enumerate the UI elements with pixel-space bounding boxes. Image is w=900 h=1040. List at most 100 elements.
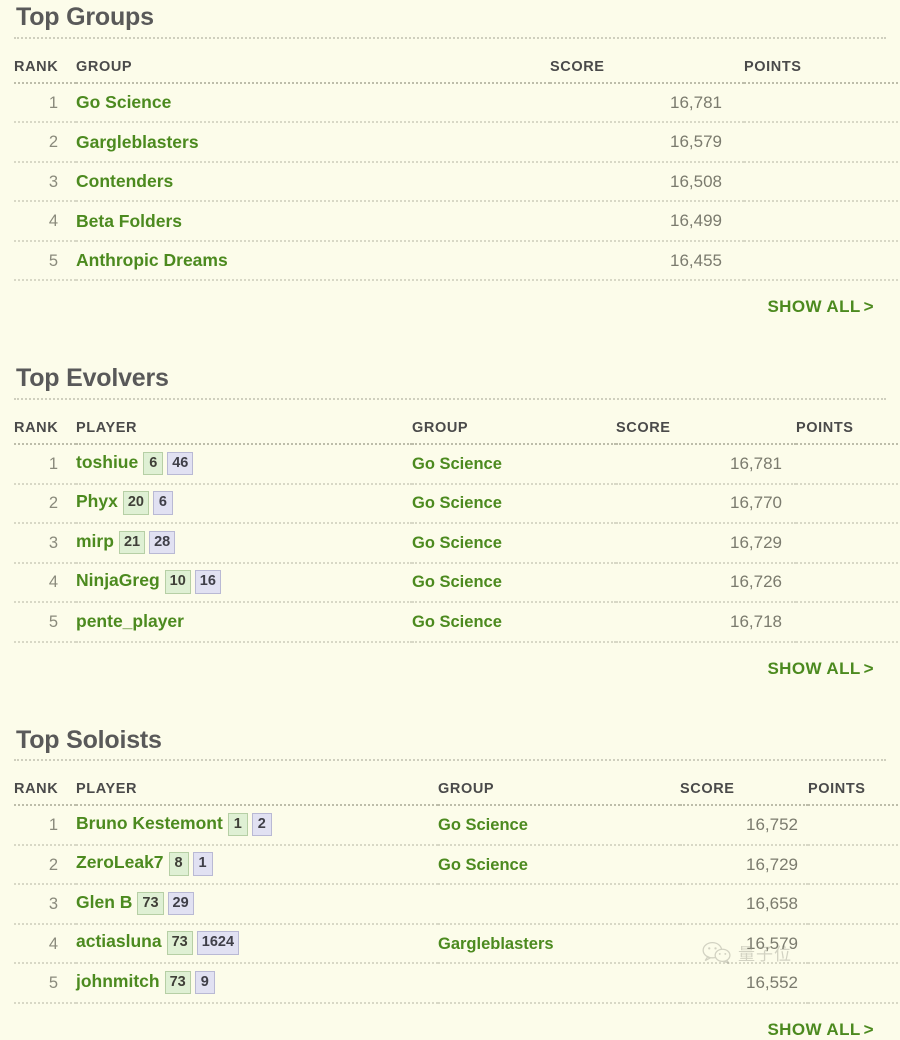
group-link[interactable]: Go Science [438,816,528,834]
chevron-right-icon: > [863,1019,874,1039]
player-link[interactable]: Phyx [76,491,118,511]
player-link[interactable]: NinjaGreg [76,570,160,590]
points-cell [744,82,900,124]
badge-purple[interactable]: 6 [152,491,173,515]
show-all-label: SHOW ALL [767,658,861,678]
show-all-row: SHOW ALL > [14,1004,886,1040]
section-title: Top Soloists [14,723,886,762]
player-link[interactable]: Bruno Kestemont [76,813,223,833]
badge-group: 6 46 [143,451,197,477]
rank-value: 3 [48,172,58,191]
group-cell: Go Science [438,805,680,846]
player-link[interactable]: pente_player [76,611,184,631]
badge-purple[interactable]: 28 [149,530,176,554]
score-value: 16,781 [670,92,722,112]
table-row: 2 ZeroLeak7 8 1 Go Science 16,729 [14,844,900,886]
badge-green[interactable]: 21 [118,530,146,554]
score-value: 16,552 [746,973,798,992]
badge-purple[interactable]: 9 [194,970,215,995]
table-header-row: RANK PLAYER GROUP SCORE POINTS [14,781,900,807]
badge-purple[interactable]: 1 [192,852,213,876]
section-top-groups: Top Groups RANK GROUP SCORE POINTS 1 Go Scienc… [0,0,900,317]
group-link[interactable]: Go Science [412,455,502,473]
leaderboard-table: RANK PLAYER GROUP SCORE POINTS 1 toshiue 6 46 Go … [14,420,900,643]
score-cell: 16,729 [616,523,796,564]
badge-purple[interactable]: 46 [167,451,194,475]
show-all-link[interactable]: SHOW ALL > [767,1020,874,1039]
badge-purple[interactable]: 2 [251,812,272,837]
table-row: 4 NinjaGreg 10 16 Go Science 16,726 [14,562,900,603]
group-link[interactable]: Go Science [76,92,171,112]
group-link[interactable]: Go Science [412,494,502,512]
rank-cell: 4 [14,923,76,965]
player-link[interactable]: mirp [76,531,114,551]
score-value: 16,579 [670,132,722,151]
group-cell [438,884,680,925]
player-link[interactable]: actiasluna [76,931,162,951]
rank-cell: 1 [14,82,76,124]
points-cell [808,923,900,965]
leaderboard-page: Top Groups RANK GROUP SCORE POINTS 1 Go Scienc… [0,0,900,1040]
table-row: 5 pente_player Go Science 16,718 [14,602,900,643]
badge-green[interactable]: 10 [164,570,191,594]
badge-green[interactable]: 8 [168,852,189,876]
badge-green[interactable]: 1 [227,812,248,837]
score-cell: 16,579 [550,122,744,163]
badge-green[interactable]: 73 [137,891,164,916]
group-link[interactable]: Gargleblasters [438,935,554,953]
score-value: 16,718 [730,611,782,631]
chevron-right-icon: > [863,297,874,317]
show-all-label: SHOW ALL [767,297,861,317]
rank-cell: 3 [14,161,76,203]
badge-green[interactable]: 6 [143,451,164,475]
points-cell [796,523,900,564]
points-cell [808,844,900,886]
player-name-cell: pente_player [76,602,412,643]
rank-cell: 2 [14,844,76,886]
group-link[interactable]: Anthropic Dreams [76,250,228,270]
group-link[interactable]: Go Science [412,534,502,552]
column-header-score: SCORE [680,781,808,807]
points-cell [808,805,900,846]
group-name-cell: Gargleblasters [76,122,550,163]
player-link[interactable]: ZeroLeak7 [76,852,164,872]
score-value: 16,752 [746,815,798,834]
show-all-link[interactable]: SHOW ALL > [767,659,874,678]
badge-group: 73 1624 [166,931,243,956]
group-name-cell: Beta Folders [76,201,550,242]
group-link[interactable]: Go Science [412,613,502,631]
points-cell [796,602,900,643]
group-link[interactable]: Contenders [76,171,173,191]
score-cell: 16,781 [616,444,796,485]
column-header-group: GROUP [438,781,680,807]
group-link[interactable]: Go Science [438,856,528,874]
show-all-link[interactable]: SHOW ALL > [767,297,874,316]
group-cell: Gargleblasters [438,923,680,965]
badge-green[interactable]: 73 [164,970,191,995]
rank-cell: 1 [14,444,76,485]
badge-purple[interactable]: 16 [194,570,221,594]
badge-green[interactable]: 73 [166,931,193,955]
group-link[interactable]: Gargleblasters [76,132,199,152]
score-cell: 16,455 [550,240,744,282]
section-top-evolvers: Top Evolvers RANK PLAYER GROUP SCORE POINTS 1 t… [0,361,900,678]
score-cell: 16,552 [680,963,808,1004]
group-cell [438,963,680,1004]
player-name-cell: actiasluna 73 1624 [76,923,438,965]
points-cell [796,444,900,485]
player-link[interactable]: Glen B [76,892,132,912]
badge-purple[interactable]: 1624 [196,931,240,955]
badge-group: 21 28 [118,530,179,556]
section-title: Top Groups [14,0,886,39]
group-link[interactable]: Beta Folders [76,211,182,231]
group-cell: Go Science [412,562,616,603]
group-link[interactable]: Go Science [412,573,502,591]
column-header-player: PLAYER [76,420,412,445]
badge-green[interactable]: 20 [122,491,149,515]
player-name-cell: Phyx 20 6 [76,483,412,524]
leaderboard-table: RANK GROUP SCORE POINTS 1 Go Science 16,781 2 Ga… [14,58,900,282]
badge-purple[interactable]: 29 [167,891,194,916]
player-link[interactable]: johnmitch [76,971,160,991]
player-link[interactable]: toshiue [76,452,138,472]
